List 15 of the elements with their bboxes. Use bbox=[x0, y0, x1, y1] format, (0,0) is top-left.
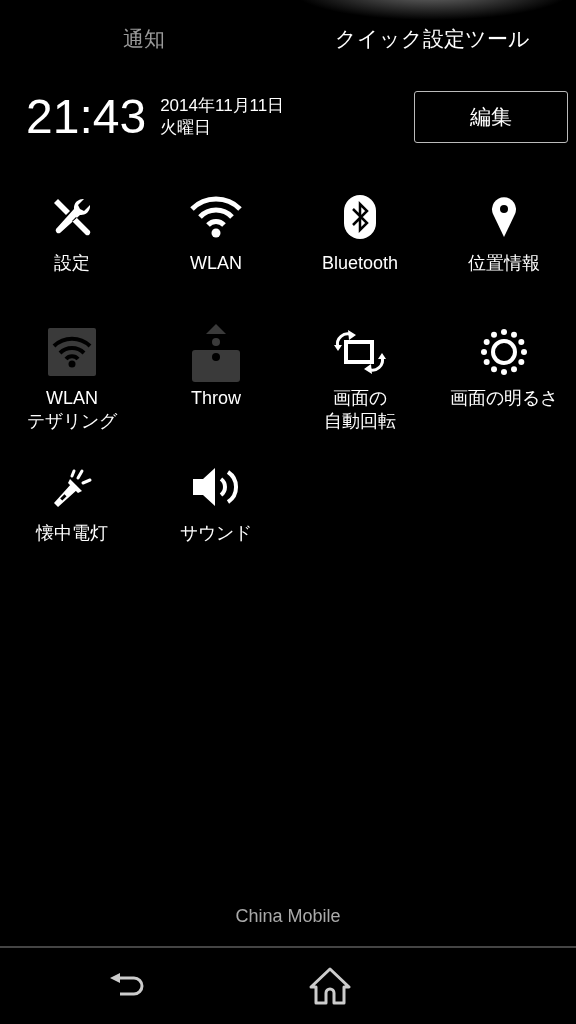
tile-label[interactable]: 懐中電灯 bbox=[36, 522, 108, 545]
tile-label[interactable]: 位置情報 bbox=[468, 252, 540, 275]
tab[interactable]: 通知 bbox=[0, 0, 288, 68]
carrier-label: China Mobile bbox=[234, 905, 342, 928]
tile-label[interactable]: 設定 bbox=[54, 252, 90, 275]
tile-label[interactable]: サウンド bbox=[180, 522, 252, 545]
date-text: 2014年11月11日 bbox=[160, 95, 285, 117]
tile-label[interactable]: 画面の明るさ bbox=[450, 387, 558, 410]
tile-label[interactable]: WLAN bbox=[190, 252, 242, 275]
weekday-text: 火曜日 bbox=[160, 117, 213, 139]
clock-time: 21:43 bbox=[26, 93, 147, 141]
home-icon[interactable] bbox=[308, 967, 352, 1005]
edit-button[interactable]: 編集 bbox=[414, 91, 568, 143]
tile-label[interactable]: 画面の 自動回転 bbox=[324, 387, 396, 433]
tile-label[interactable]: Bluetooth bbox=[321, 252, 399, 275]
